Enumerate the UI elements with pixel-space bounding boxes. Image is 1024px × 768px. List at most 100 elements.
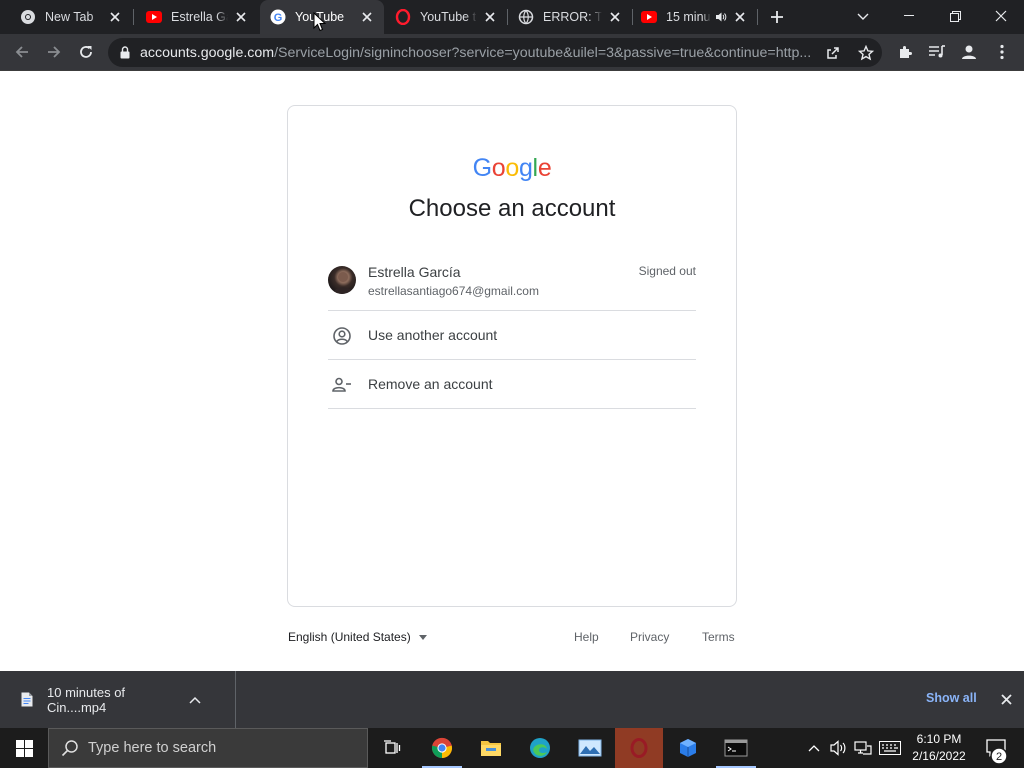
new-tab-button[interactable] xyxy=(764,4,790,30)
taskbar-edge[interactable] xyxy=(516,728,564,768)
account-name: Estrella García xyxy=(368,264,461,280)
tab-15-minutes[interactable]: 15 minutes xyxy=(633,0,757,34)
help-link[interactable]: Help xyxy=(574,630,599,644)
privacy-link[interactable]: Privacy xyxy=(630,630,669,644)
account-chooser-card: Google Choose an account Estrella García… xyxy=(287,105,737,607)
tab-title: ERROR: The request could not be satisfie… xyxy=(543,10,602,24)
url-host: accounts.google.com xyxy=(140,44,275,61)
account-status: Signed out xyxy=(638,264,696,278)
reload-button[interactable] xyxy=(72,38,100,66)
terms-link[interactable]: Terms xyxy=(702,630,735,644)
download-item[interactable]: 10 minutes of Cin....mp4 xyxy=(0,671,236,728)
file-icon xyxy=(21,692,33,707)
taskbar-chrome[interactable] xyxy=(418,728,466,768)
google-logo: Google xyxy=(472,154,552,182)
url-text[interactable]: accounts.google.com/ServiceLogin/signinc… xyxy=(140,45,816,61)
youtube-icon xyxy=(146,9,162,25)
download-shelf: 10 minutes of Cin....mp4 Show all xyxy=(0,671,1024,728)
close-icon[interactable] xyxy=(606,8,624,26)
tab-title: Estrella García - YouTube xyxy=(171,10,228,24)
speaker-icon[interactable] xyxy=(715,11,727,23)
tab-strip: New Tab Estrella García - YouTube G YouT… xyxy=(0,0,1024,34)
chevron-up-icon[interactable] xyxy=(189,696,201,704)
profile-button[interactable] xyxy=(955,38,983,66)
show-all-button[interactable]: Show all xyxy=(926,691,977,705)
volume-button[interactable] xyxy=(828,728,850,768)
browser-toolbar: accounts.google.com/ServiceLogin/signinc… xyxy=(0,34,1024,71)
windows-taskbar: Type here to search 6:10 PM 2/16/2022 xyxy=(0,728,1024,768)
clock-date: 2/16/2022 xyxy=(912,749,966,763)
search-icon xyxy=(61,739,79,757)
minimize-button[interactable] xyxy=(886,0,932,32)
taskbar-clock[interactable]: 6:10 PM 2/16/2022 xyxy=(906,731,972,765)
network-button[interactable] xyxy=(852,728,874,768)
taskbar-app-blue[interactable] xyxy=(664,728,712,768)
edge-icon xyxy=(530,738,550,758)
puzzle-icon xyxy=(900,46,912,58)
tab-error[interactable]: ERROR: The request could not be satisfie… xyxy=(508,0,632,34)
account-circle-icon xyxy=(332,326,352,346)
task-view-button[interactable] xyxy=(368,728,416,768)
use-another-account-button[interactable]: Use another account xyxy=(328,311,696,360)
playlist-music-icon xyxy=(929,45,945,58)
tab-search-button[interactable] xyxy=(850,4,876,30)
keyboard-button[interactable] xyxy=(876,728,904,768)
close-icon[interactable] xyxy=(731,8,749,26)
minimize-icon xyxy=(904,15,914,16)
taskbar-search[interactable]: Type here to search xyxy=(48,728,368,768)
close-icon[interactable] xyxy=(481,8,499,26)
menu-button[interactable] xyxy=(988,38,1016,66)
lock-icon[interactable] xyxy=(120,46,130,59)
chevron-up-icon xyxy=(808,745,820,752)
tab-separator xyxy=(757,9,758,25)
media-controls-button[interactable] xyxy=(923,38,951,66)
task-view-icon xyxy=(384,740,401,754)
forward-button[interactable] xyxy=(40,38,68,66)
opera-icon xyxy=(630,738,648,758)
arrow-right-icon xyxy=(48,46,61,58)
close-shelf-button[interactable] xyxy=(996,689,1016,709)
close-icon[interactable] xyxy=(106,8,124,26)
restore-button[interactable] xyxy=(932,0,978,32)
avatar xyxy=(328,266,356,294)
remove-account-button[interactable]: Remove an account xyxy=(328,360,696,409)
youtube-icon xyxy=(641,9,657,25)
show-hidden-icons-button[interactable] xyxy=(804,728,824,768)
terminal-icon xyxy=(724,739,748,757)
chevron-down-icon xyxy=(857,13,869,20)
star-icon[interactable] xyxy=(856,43,876,63)
google-g-icon: G xyxy=(270,9,286,25)
arrow-left-icon xyxy=(15,46,28,58)
tab-estrella-youtube[interactable]: Estrella García - YouTube xyxy=(134,0,258,34)
account-list: Estrella García estrellasantiago674@gmai… xyxy=(328,254,696,409)
network-icon xyxy=(854,741,872,755)
start-button[interactable] xyxy=(0,728,48,768)
address-bar[interactable]: accounts.google.com/ServiceLogin/signinc… xyxy=(108,38,882,67)
tab-title: YouTube to MP3 xyxy=(420,10,477,24)
photos-icon xyxy=(578,739,602,757)
person-icon xyxy=(962,45,976,59)
opera-icon xyxy=(395,9,411,25)
search-placeholder: Type here to search xyxy=(88,740,217,756)
taskbar-photos-app[interactable] xyxy=(566,728,614,768)
windows-logo-icon xyxy=(15,739,33,757)
tab-title: New Tab xyxy=(45,10,94,24)
language-selector[interactable]: English (United States) xyxy=(288,630,427,644)
chrome-icon xyxy=(20,9,36,25)
taskbar-opera[interactable] xyxy=(615,728,663,768)
tab-title: 15 minutes xyxy=(666,10,711,24)
tab-new-tab[interactable]: New Tab xyxy=(0,0,132,34)
share-icon[interactable] xyxy=(823,43,843,63)
mouse-cursor-icon xyxy=(313,12,327,32)
close-icon[interactable] xyxy=(358,8,376,26)
close-window-button[interactable] xyxy=(978,0,1024,32)
taskbar-file-explorer[interactable] xyxy=(467,728,515,768)
taskbar-terminal[interactable] xyxy=(712,728,760,768)
keyboard-icon xyxy=(879,741,901,755)
folder-icon xyxy=(481,741,501,756)
tab-youtube-to-mp3[interactable]: YouTube to MP3 xyxy=(385,0,507,34)
close-icon[interactable] xyxy=(232,8,250,26)
account-item[interactable]: Estrella García estrellasantiago674@gmai… xyxy=(328,254,696,311)
extensions-button[interactable] xyxy=(892,38,920,66)
back-button[interactable] xyxy=(8,38,36,66)
